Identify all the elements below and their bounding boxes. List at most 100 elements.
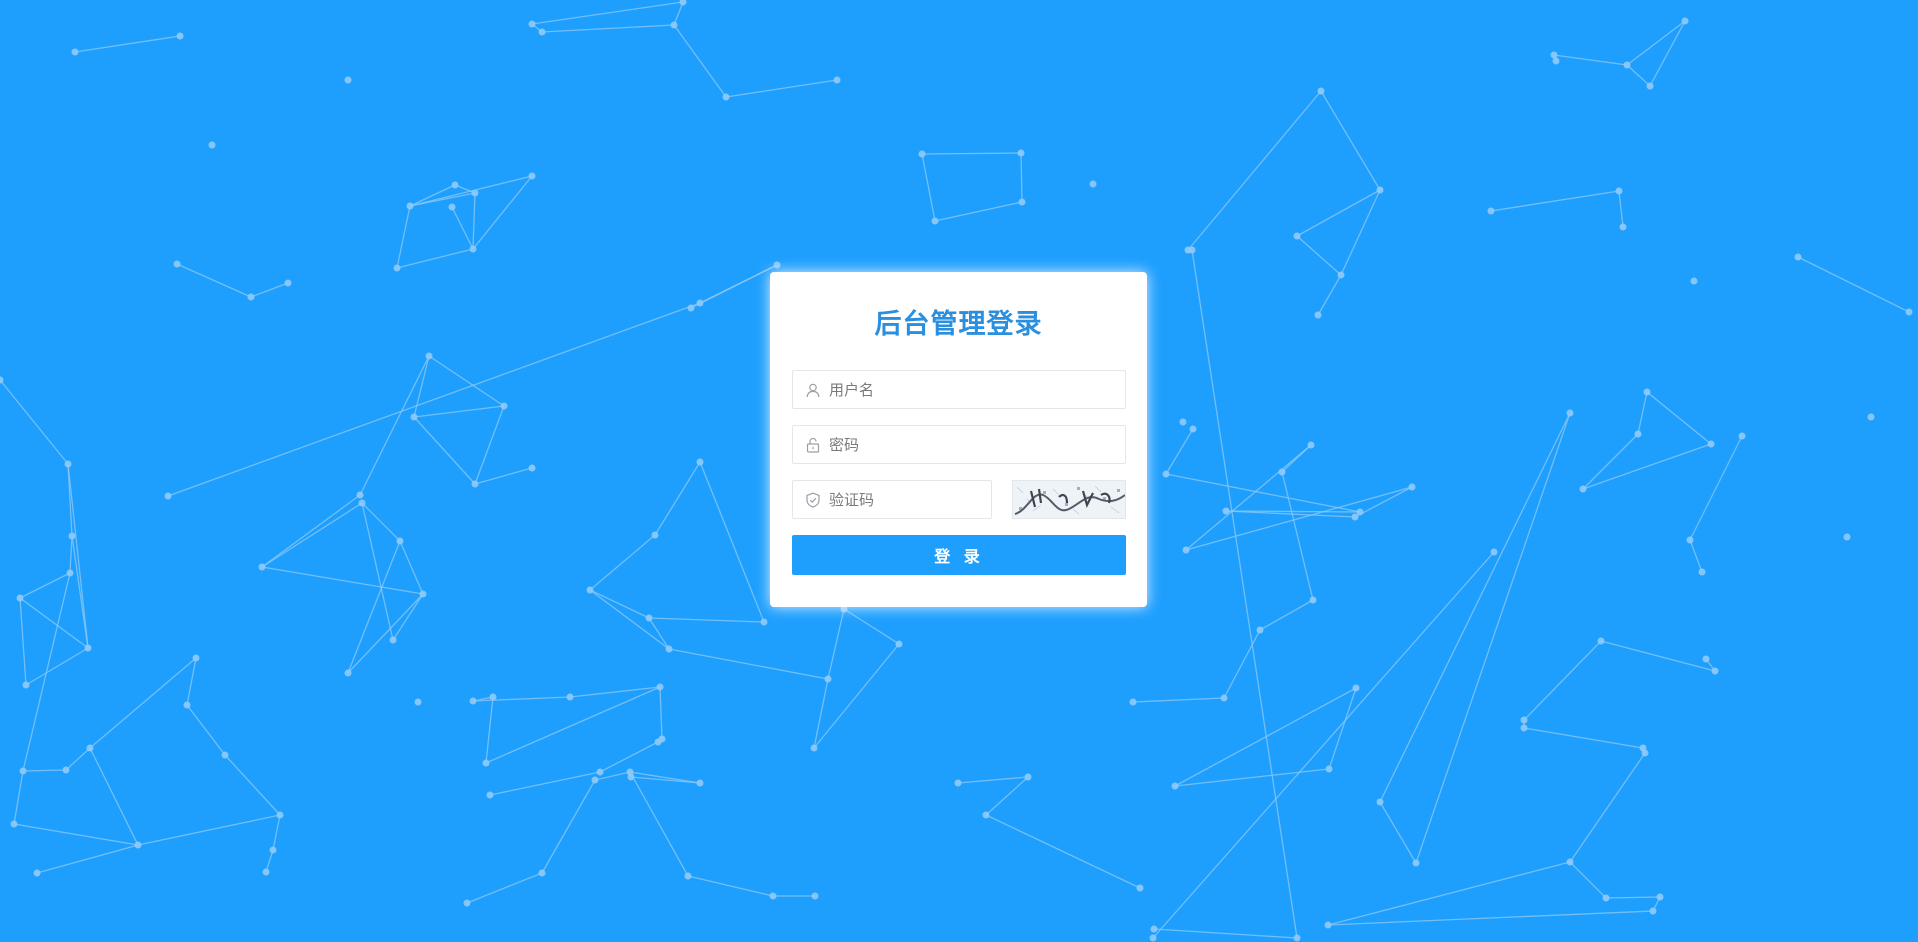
network-node: [1707, 440, 1715, 448]
network-line: [1379, 801, 1417, 864]
network-node: [68, 532, 76, 540]
network-line: [921, 153, 936, 222]
network-node: [1136, 884, 1144, 892]
network-node: [833, 76, 841, 84]
network-line: [71, 535, 89, 649]
network-node: [356, 491, 364, 499]
network-node: [538, 869, 546, 877]
network-node: [684, 872, 692, 880]
network-node: [1698, 568, 1706, 576]
network-node: [1412, 859, 1420, 867]
captcha-field[interactable]: [792, 480, 1023, 519]
network-line: [1689, 435, 1743, 541]
network-node: [1566, 409, 1574, 417]
network-node: [258, 563, 266, 571]
network-line: [1649, 20, 1686, 87]
user-icon: [805, 382, 821, 398]
network-line: [668, 648, 829, 680]
network-line: [1605, 896, 1661, 899]
password-field[interactable]: [792, 425, 1126, 464]
network-node: [1867, 413, 1875, 421]
network-line: [541, 24, 675, 33]
network-node: [658, 735, 666, 743]
network-node: [1220, 694, 1228, 702]
network-node: [1189, 425, 1197, 433]
network-line: [589, 534, 656, 591]
network-node: [1307, 441, 1315, 449]
network-node: [1487, 207, 1495, 215]
network-node: [696, 458, 704, 466]
network-node: [1129, 698, 1137, 706]
network-node: [670, 21, 678, 29]
network-line: [654, 461, 701, 536]
network-node: [918, 150, 926, 158]
network-line: [474, 405, 505, 485]
network-node: [760, 618, 768, 626]
network-line: [485, 696, 494, 764]
network-line: [1600, 640, 1716, 672]
network-line: [648, 617, 765, 623]
network-line: [0, 379, 69, 465]
network-line: [1626, 64, 1651, 87]
network-node: [1619, 223, 1627, 231]
network-node: [1566, 858, 1574, 866]
password-input[interactable]: [829, 426, 1125, 463]
username-field[interactable]: [792, 370, 1126, 409]
login-button[interactable]: 登 录: [792, 535, 1126, 575]
network-line: [359, 355, 430, 496]
network-node: [1550, 51, 1558, 59]
network-line: [673, 24, 727, 98]
network-node: [1711, 667, 1719, 675]
network-line: [843, 608, 900, 645]
login-card: 后台管理登录 用户名 验证码 登 录: [770, 272, 1147, 607]
login-title: 后台管理登录: [874, 309, 1043, 340]
network-line: [699, 461, 765, 623]
network-line: [137, 814, 281, 846]
network-line: [1165, 473, 1361, 513]
network-line: [1523, 640, 1602, 721]
network-node: [1017, 149, 1025, 157]
network-node: [1179, 418, 1187, 426]
network-line: [451, 206, 474, 250]
network-node: [86, 744, 94, 752]
network-line: [1327, 910, 1654, 926]
network-line: [1626, 20, 1686, 66]
network-node: [425, 352, 433, 360]
network-node: [419, 590, 427, 598]
captcha-image[interactable]: [1012, 480, 1126, 519]
network-line: [1281, 444, 1312, 473]
network-node: [1602, 894, 1610, 902]
network-line: [1187, 90, 1322, 251]
network-node: [486, 791, 494, 799]
network-node: [810, 744, 818, 752]
network-node: [1376, 186, 1384, 194]
network-node: [1623, 61, 1631, 69]
network-node: [566, 693, 574, 701]
network-node: [1182, 546, 1190, 554]
network-node: [1293, 232, 1301, 240]
network-node: [1702, 655, 1710, 663]
network-line: [167, 302, 701, 497]
captcha-input[interactable]: [829, 481, 1023, 518]
network-node: [1222, 507, 1230, 515]
network-node: [696, 779, 704, 787]
network-node: [1309, 596, 1317, 604]
network-line: [466, 872, 543, 904]
network-node: [811, 892, 819, 900]
network-node: [687, 304, 695, 312]
network-line: [1281, 471, 1314, 601]
network-line: [22, 572, 71, 772]
network-line: [531, 1, 684, 25]
network-line: [673, 1, 684, 26]
network-line: [725, 79, 838, 98]
lock-icon: [805, 437, 821, 453]
network-node: [164, 492, 172, 500]
network-line: [1174, 768, 1330, 787]
network-node: [1579, 485, 1587, 493]
network-node: [489, 693, 497, 701]
network-line: [261, 566, 424, 595]
username-input[interactable]: [829, 371, 1125, 408]
network-node: [824, 675, 832, 683]
network-node: [696, 299, 704, 307]
network-line: [176, 263, 252, 298]
